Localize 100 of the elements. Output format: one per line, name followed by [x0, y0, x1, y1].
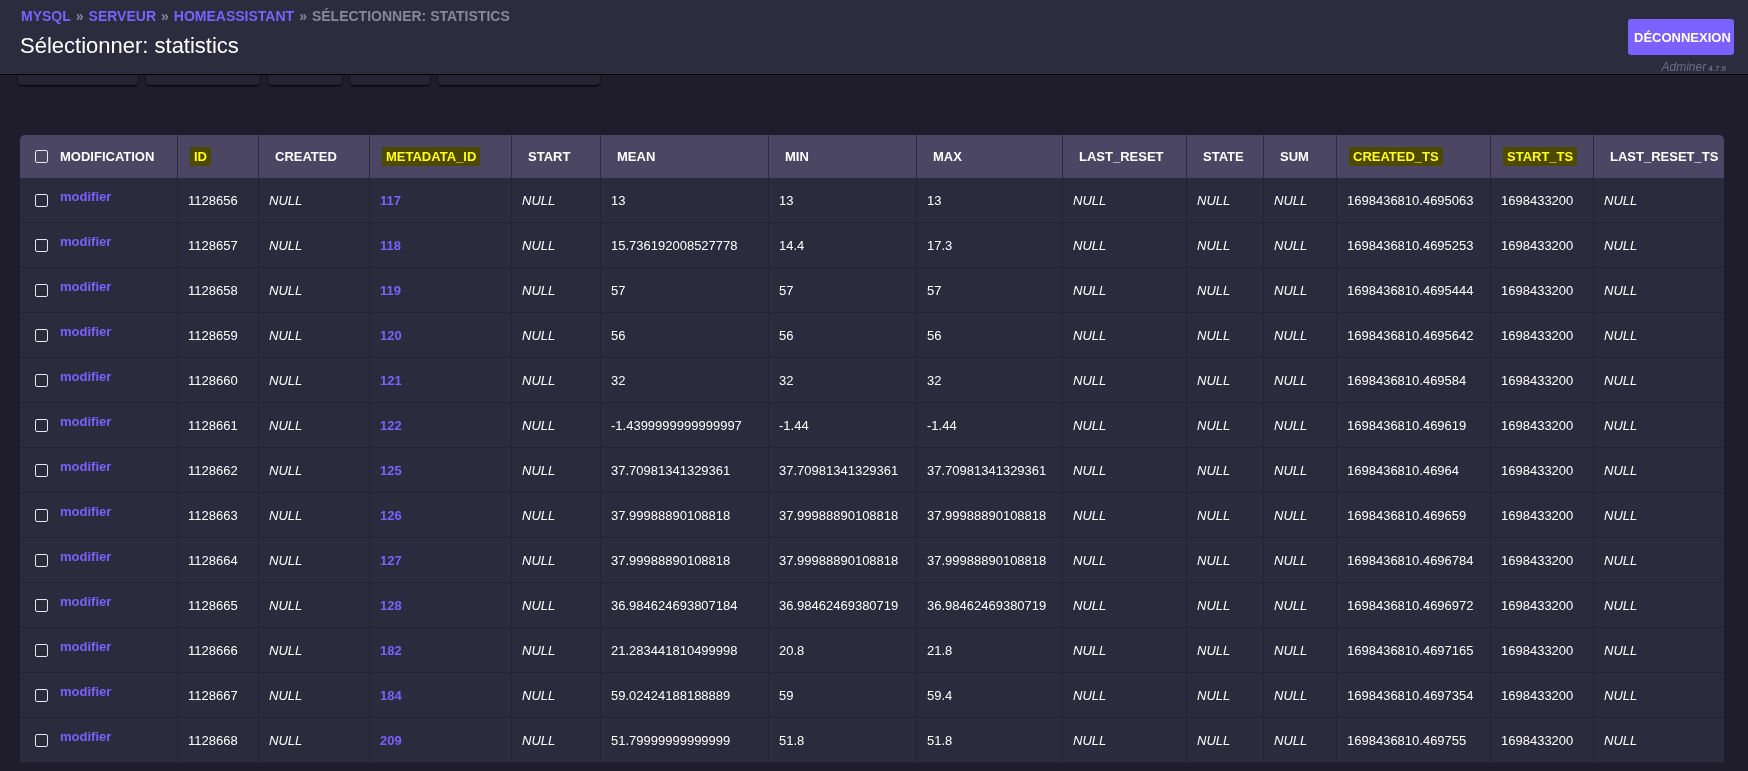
edit-link[interactable]: modifier — [60, 729, 112, 744]
column-header[interactable]: STATE — [1203, 149, 1244, 164]
breadcrumb-separator: » — [299, 8, 307, 24]
metadata-id-link[interactable]: 119 — [380, 282, 401, 298]
null-value: NULL — [522, 732, 556, 748]
metadata-id-link[interactable]: 117 — [380, 192, 401, 208]
edit-link[interactable]: modifier — [60, 594, 112, 609]
cell-value: 1128661 — [188, 417, 238, 433]
column-header[interactable]: MAX — [933, 149, 962, 164]
cell-value: 32 — [927, 372, 942, 388]
row-checkbox[interactable] — [35, 373, 48, 387]
cell-value: 37.70981341329361 — [611, 462, 731, 478]
metadata-id-link[interactable]: 125 — [380, 462, 402, 478]
metadata-id-link[interactable]: 209 — [380, 732, 402, 748]
metadata-id-link[interactable]: 182 — [380, 642, 402, 658]
page-title: Sélectionner: statistics — [20, 33, 240, 59]
column-header[interactable]: METADATA_ID — [382, 147, 481, 166]
null-value: NULL — [1274, 687, 1308, 703]
row-checkbox[interactable] — [35, 283, 48, 297]
edit-link[interactable]: modifier — [60, 684, 112, 699]
column-header[interactable]: MEAN — [617, 149, 656, 164]
metadata-id-link[interactable]: 126 — [380, 507, 402, 523]
column-header[interactable]: CREATED_TS — [1349, 147, 1443, 166]
row-checkbox[interactable] — [35, 193, 48, 207]
cell-value: 37.99988890108818 — [611, 507, 731, 523]
edit-link[interactable]: modifier — [60, 414, 112, 429]
cell-value: 1698436810.469584 — [1347, 372, 1467, 388]
column-header[interactable]: MODIFICATION — [60, 149, 155, 164]
metadata-id-link[interactable]: 118 — [380, 237, 401, 253]
null-value: NULL — [1274, 327, 1308, 343]
cell-value: 1128656 — [188, 192, 238, 208]
metadata-id-link[interactable]: 121 — [380, 372, 402, 388]
cell-value: 59.02424188188889 — [611, 687, 731, 703]
null-value: NULL — [522, 462, 556, 478]
cell-value: 36.98462469380719 — [927, 597, 1047, 613]
null-value: NULL — [522, 372, 556, 388]
cell-value: 37.99988890108818 — [611, 552, 731, 568]
row-checkbox[interactable] — [35, 598, 48, 612]
null-value: NULL — [1274, 642, 1308, 658]
edit-link[interactable]: modifier — [60, 459, 112, 474]
cell-value: 37.99988890108818 — [927, 507, 1047, 523]
metadata-id-link[interactable]: 184 — [380, 687, 402, 703]
cell-value: 1698433200 — [1501, 642, 1574, 658]
edit-link[interactable]: modifier — [60, 369, 112, 384]
column-header[interactable]: MIN — [785, 149, 809, 164]
edit-link[interactable]: modifier — [60, 279, 112, 294]
column-header[interactable]: ID — [190, 147, 211, 166]
null-value: NULL — [1073, 237, 1107, 253]
cell-value: 1698436810.469619 — [1347, 417, 1467, 433]
cell-value: 1698433200 — [1501, 597, 1574, 613]
column-header[interactable]: SUM — [1280, 149, 1309, 164]
row-checkbox[interactable] — [35, 733, 48, 747]
null-value: NULL — [269, 282, 303, 298]
column-header[interactable]: CREATED — [275, 149, 337, 164]
edit-link[interactable]: modifier — [60, 189, 112, 204]
logout-button[interactable]: DÉCONNEXION — [1628, 19, 1734, 55]
cell-value: 1698433200 — [1501, 192, 1574, 208]
cell-value: 1128659 — [188, 327, 238, 343]
cell-value: 1698436810.4695642 — [1347, 327, 1474, 343]
cell-value: 1698436810.4696784 — [1347, 552, 1474, 568]
column-header[interactable]: LAST_RESET — [1079, 149, 1164, 164]
null-value: NULL — [1197, 732, 1231, 748]
row-checkbox[interactable] — [35, 463, 48, 477]
edit-link[interactable]: modifier — [60, 549, 112, 564]
metadata-id-link[interactable]: 128 — [380, 597, 402, 613]
null-value: NULL — [269, 192, 303, 208]
null-value: NULL — [1604, 507, 1638, 523]
breadcrumb-link[interactable]: MYSQL — [21, 8, 71, 24]
breadcrumb-link[interactable]: HOMEASSISTANT — [173, 8, 295, 24]
edit-link[interactable]: modifier — [60, 324, 112, 339]
row-checkbox[interactable] — [35, 508, 48, 522]
column-header[interactable]: LAST_RESET_TS — [1610, 149, 1719, 164]
null-value: NULL — [522, 507, 556, 523]
row-checkbox[interactable] — [35, 688, 48, 702]
cell-value: 37.99988890108818 — [779, 507, 899, 523]
column-header[interactable]: START — [528, 149, 571, 164]
edit-link[interactable]: modifier — [60, 504, 112, 519]
metadata-id-link[interactable]: 127 — [380, 552, 402, 568]
null-value: NULL — [1274, 417, 1308, 433]
null-value: NULL — [1073, 507, 1107, 523]
null-value: NULL — [269, 507, 303, 523]
cell-value: 1698433200 — [1501, 327, 1574, 343]
edit-link[interactable]: modifier — [60, 234, 112, 249]
null-value: NULL — [1197, 282, 1231, 298]
column-header[interactable]: START_TS — [1503, 147, 1578, 166]
row-checkbox[interactable] — [35, 328, 48, 342]
breadcrumb-link[interactable]: SERVEUR — [88, 8, 156, 24]
null-value: NULL — [1604, 552, 1638, 568]
null-value: NULL — [1197, 507, 1231, 523]
metadata-id-link[interactable]: 120 — [380, 327, 402, 343]
metadata-id-link[interactable]: 122 — [380, 417, 402, 433]
row-checkbox[interactable] — [35, 553, 48, 567]
cell-value: 32 — [611, 372, 626, 388]
null-value: NULL — [269, 417, 303, 433]
edit-link[interactable]: modifier — [60, 639, 112, 654]
select-all-checkbox[interactable] — [35, 150, 48, 163]
row-checkbox[interactable] — [35, 238, 48, 252]
row-checkbox[interactable] — [35, 643, 48, 657]
cell-value: -1.44 — [927, 417, 957, 433]
row-checkbox[interactable] — [35, 418, 48, 432]
